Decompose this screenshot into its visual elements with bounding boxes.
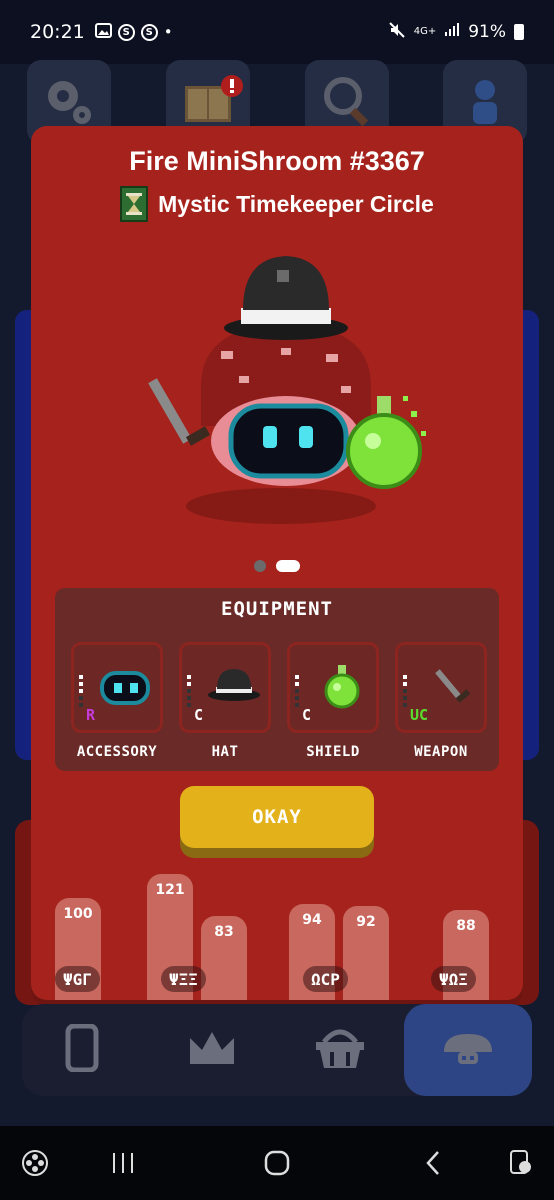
mute-icon <box>388 21 406 44</box>
level-pips <box>403 675 407 707</box>
stat-value: 100 <box>63 906 93 922</box>
stat-value: 94 <box>302 912 322 928</box>
slot-label-weapon: WEAPON <box>414 744 468 760</box>
rarity-label: R <box>86 706 96 724</box>
basket-icon <box>312 1026 368 1074</box>
s-app-icon: S <box>117 23 135 41</box>
mushroom-icon <box>438 1030 498 1070</box>
equipment-panel: EQUIPMENT R ACCESSORY C HAT C SHIELD UC … <box>55 588 499 771</box>
rarity-label: UC <box>410 706 429 724</box>
level-pips <box>187 675 191 707</box>
home-icon[interactable] <box>262 1146 292 1180</box>
nav-basket[interactable] <box>280 1004 400 1096</box>
back-icon[interactable] <box>418 1146 448 1180</box>
stat-label: ΨΞΞ <box>161 966 206 992</box>
sword-icon <box>148 378 211 446</box>
stat-label: ΩCP <box>303 966 348 992</box>
guild-row: Mystic Timekeeper Circle <box>31 186 523 222</box>
potion-item-icon <box>312 663 372 711</box>
game-launcher-icon[interactable] <box>18 1146 52 1180</box>
stat-label: ΨΩΞ <box>431 966 476 992</box>
system-nav-bar <box>0 1126 554 1200</box>
level-pips <box>79 675 83 707</box>
stat-bar: 92 <box>343 906 389 1000</box>
carousel-dot-active[interactable] <box>276 560 300 572</box>
magnifier-icon <box>317 70 377 134</box>
notification-dot-icon: • <box>163 23 173 41</box>
phone-icon <box>62 1023 102 1076</box>
crown-icon <box>186 1028 238 1072</box>
okay-button[interactable]: OKAY <box>180 786 374 848</box>
character-modal: Fire MiniShroom #3367 Mystic Timekeeper … <box>31 126 523 1000</box>
hourglass-icon <box>120 186 149 222</box>
bowler-hat-icon <box>204 663 264 711</box>
screen-touch-icon[interactable] <box>504 1146 538 1180</box>
guild-name: Mystic Timekeeper Circle <box>158 190 434 217</box>
battery-icon <box>514 24 524 40</box>
stat-label: ΨGΓ <box>55 966 100 992</box>
recents-icon[interactable] <box>108 1146 138 1180</box>
battery-percent: 91% <box>468 22 506 42</box>
s-app-icon-2: S <box>140 23 158 41</box>
nav-mushroom[interactable] <box>404 1004 532 1096</box>
slot-label-accessory: ACCESSORY <box>76 744 158 760</box>
bottom-nav <box>22 1004 532 1096</box>
modal-title: Fire MiniShroom #3367 <box>129 146 425 176</box>
person-icon <box>455 70 515 134</box>
stat-value: 92 <box>356 914 376 930</box>
equipment-slot-weapon[interactable]: UC <box>395 642 487 733</box>
goggles-icon <box>96 663 156 711</box>
carousel-dots[interactable] <box>31 560 523 572</box>
equipment-slot-accessory[interactable]: R <box>71 642 163 733</box>
slot-label-hat: HAT <box>211 744 239 760</box>
nav-crown[interactable] <box>152 1004 272 1096</box>
nav-phone[interactable] <box>22 1004 142 1096</box>
gear-icon <box>39 70 99 134</box>
stat-value: 121 <box>155 882 185 898</box>
level-pips <box>295 675 299 707</box>
signal-icon <box>444 22 460 42</box>
gallery-icon <box>94 22 112 42</box>
equipment-slot-shield[interactable]: C <box>287 642 379 733</box>
status-time: 20:21 <box>30 21 85 43</box>
book-icon <box>173 70 243 134</box>
character-image <box>141 236 431 536</box>
stat-value: 83 <box>214 924 234 940</box>
stat-value: 88 <box>456 918 476 934</box>
rarity-label: C <box>302 706 312 724</box>
network-label: 4G+ <box>413 26 437 37</box>
status-bar: 20:21 S S • 4G+ 91% <box>0 0 554 64</box>
slot-label-shield: SHIELD <box>306 744 360 760</box>
sword-item-icon <box>420 663 480 711</box>
equipment-slot-hat[interactable]: C <box>179 642 271 733</box>
rarity-label: C <box>194 706 204 724</box>
stat-bar: 83 <box>201 916 247 1000</box>
equipment-title: EQUIPMENT <box>221 598 333 620</box>
carousel-dot[interactable] <box>254 560 266 572</box>
